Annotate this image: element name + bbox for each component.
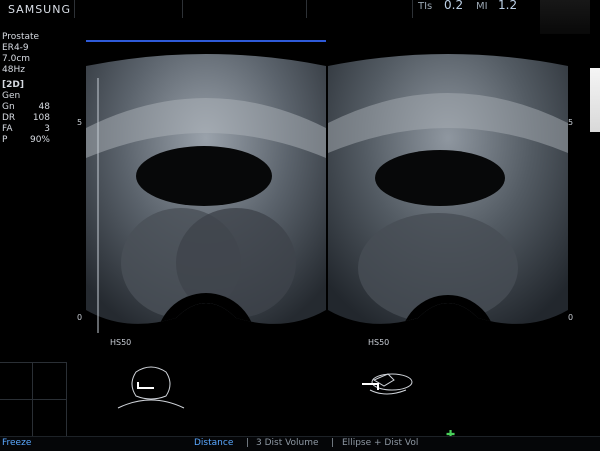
param-row: FA 3 [2, 124, 50, 135]
param-row: P 90% [2, 135, 50, 146]
layout-grid-icon[interactable] [0, 362, 67, 437]
param-key: FA [2, 124, 13, 134]
header-separator [412, 0, 413, 18]
param-row: Gn 48 [2, 102, 50, 113]
ellipse-dist-vol-button[interactable]: Ellipse + Dist Vol [342, 438, 418, 448]
ultrasound-sector-left [86, 54, 326, 333]
param-key: DR [2, 113, 16, 123]
image-label-right: HS50 [368, 338, 390, 347]
distance-button[interactable]: Distance [194, 438, 233, 448]
separator: | [246, 438, 250, 448]
prostate-transverse-icon [117, 366, 185, 409]
body-mark-left [116, 364, 186, 414]
patient-info-blurred [540, 0, 590, 34]
grayscale-bar [590, 68, 600, 132]
header-separator [74, 0, 75, 18]
depth-tick-right: 0 [568, 313, 574, 322]
brand-logo: SAMSUNG [8, 3, 71, 16]
ultrasound-image-left[interactable] [86, 48, 326, 348]
mi-label: MI [476, 1, 488, 12]
cine-progress-bar[interactable] [86, 40, 326, 42]
param-key: P [2, 135, 8, 145]
mi-value: 1.2 [498, 0, 518, 12]
soft-key-bar: Freeze Distance | 3 Dist Volume | Ellips… [0, 436, 600, 451]
depth-tick-left: 5 [77, 118, 83, 127]
image-label-left: HS50 [110, 338, 132, 347]
header-separator [182, 0, 183, 18]
preset-name: Prostate [2, 32, 40, 42]
param-key: Gn [2, 102, 15, 112]
header-separator [306, 0, 307, 18]
ultrasound-sector-right [328, 54, 568, 324]
prostate-sagittal-icon [362, 373, 413, 395]
param-row: DR 108 [2, 113, 50, 124]
freeze-button[interactable]: Freeze [2, 438, 31, 448]
grid-divider [0, 399, 66, 400]
probe-name: ER4-9 [2, 43, 29, 53]
param-value: 48 [38, 102, 50, 112]
depth-tick-left: 0 [77, 313, 83, 322]
body-mark-right [356, 364, 426, 414]
tis-value: 0.2 [444, 0, 464, 12]
frame-rate: 48Hz [2, 65, 25, 75]
top-header: SAMSUNG TIs 0.2 MI 1.2 [0, 0, 600, 34]
depth-value: 7.0cm [2, 54, 31, 64]
ultrasound-image-right[interactable] [328, 48, 568, 348]
scan-parameters: Prostate ER4-9 7.0cm 48Hz [2D] Gen Gn 48 … [2, 32, 50, 146]
frequency-label: Gen [2, 91, 21, 101]
param-value: 3 [44, 124, 50, 134]
param-value: 90% [29, 135, 50, 145]
tis-label: TIs [418, 1, 433, 12]
depth-tick-right: 5 [568, 118, 574, 127]
3-dist-volume-button[interactable]: 3 Dist Volume [256, 438, 319, 448]
param-value: 108 [32, 113, 50, 123]
separator: | [331, 438, 335, 448]
mode-label: [2D] [2, 80, 24, 90]
grid-divider [32, 363, 33, 437]
